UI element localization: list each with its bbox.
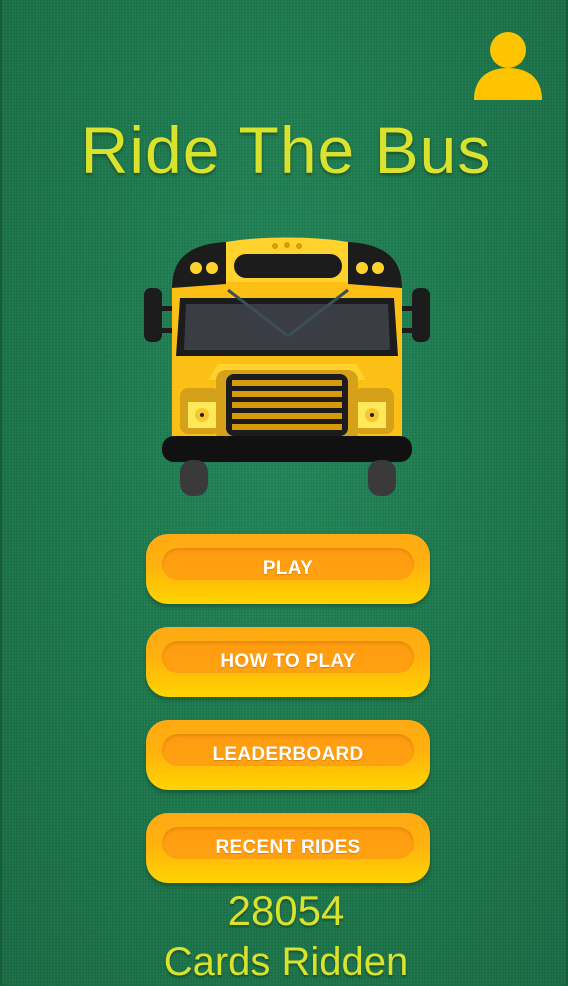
cards-ridden-count: 28054 bbox=[227, 887, 345, 934]
school-bus-illustration bbox=[144, 237, 430, 496]
right-mirror bbox=[412, 288, 430, 342]
leaderboard-button-label: LEADERBOARD bbox=[212, 744, 364, 765]
leaderboard-button[interactable]: LEADERBOARD bbox=[146, 720, 430, 790]
left-mirror bbox=[144, 288, 162, 342]
user-icon bbox=[474, 32, 542, 100]
recent-rides-button-label: RECENT RIDES bbox=[215, 837, 361, 858]
how-to-play-button[interactable]: HOW TO PLAY bbox=[146, 627, 430, 697]
recent-rides-button[interactable]: RECENT RIDES bbox=[146, 813, 430, 883]
cards-ridden-label: Cards Ridden bbox=[163, 940, 409, 984]
left-wheel bbox=[180, 460, 208, 496]
play-button-label: PLAY bbox=[262, 558, 314, 579]
how-to-play-button-label: HOW TO PLAY bbox=[220, 651, 356, 672]
right-wheel bbox=[368, 460, 396, 496]
bumper bbox=[162, 436, 412, 462]
play-button[interactable]: PLAY bbox=[146, 534, 430, 604]
profile-button[interactable] bbox=[472, 30, 544, 102]
app-title: Ride The Bus bbox=[80, 113, 492, 187]
main-menu: PLAY HOW TO PLAY LEADERBOARD RECENT RIDE… bbox=[146, 534, 430, 906]
